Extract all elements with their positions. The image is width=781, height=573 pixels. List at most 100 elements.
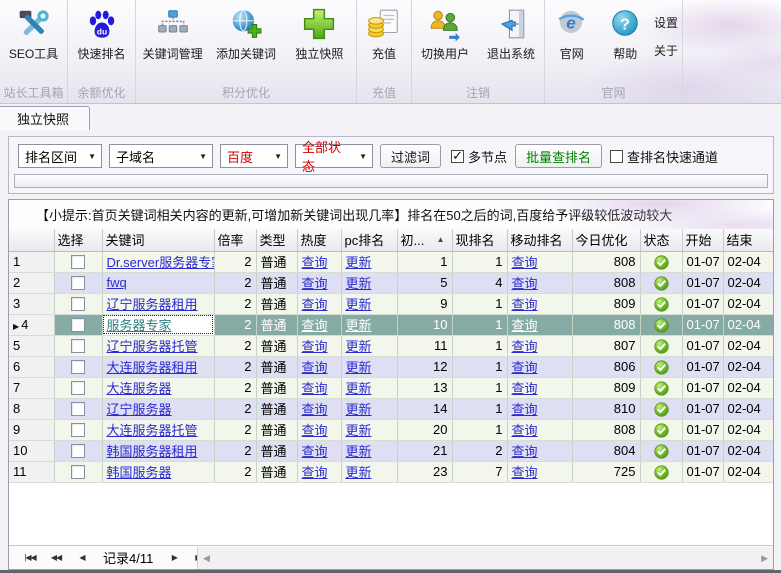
hot-query-link[interactable]: 查询 [302, 465, 328, 480]
pc-update-link[interactable]: 更新 [346, 465, 372, 480]
mobile-query-link[interactable]: 查询 [512, 276, 538, 291]
row-checkbox[interactable] [71, 339, 85, 353]
pc-update-link[interactable]: 更新 [346, 381, 372, 396]
search-engine-dropdown[interactable]: 百度 ▼ [220, 144, 288, 168]
mobile-query-link[interactable]: 查询 [512, 297, 538, 312]
hot-query-link[interactable]: 查询 [302, 339, 328, 354]
column-header-mobile[interactable]: 移动排名 [507, 229, 572, 251]
row-number-cell[interactable]: 9 [9, 419, 54, 440]
official-site-button[interactable]: e 官网 [545, 0, 599, 86]
hot-query-link[interactable]: 查询 [302, 360, 328, 375]
column-header-hot[interactable]: 热度 [297, 229, 341, 251]
keyword-link[interactable]: 辽宁服务器 [107, 402, 172, 417]
multinode-checkbox-wrap[interactable]: ✓ 多节点 [451, 147, 507, 166]
keyword-link[interactable]: 韩国服务器 [107, 465, 172, 480]
column-header-rate[interactable]: 倍率 [214, 229, 256, 251]
row-number-cell[interactable]: 3 [9, 293, 54, 314]
pc-update-link[interactable]: 更新 [346, 297, 372, 312]
tab-independent-snapshot[interactable]: 独立快照 [0, 106, 90, 130]
row-checkbox[interactable] [71, 402, 85, 416]
keyword-link[interactable]: 服务器专家 [107, 318, 172, 333]
pc-update-link[interactable]: 更新 [346, 360, 372, 375]
hot-query-link[interactable]: 查询 [302, 276, 328, 291]
column-header-num[interactable] [9, 229, 54, 251]
fastlane-checkbox-wrap[interactable]: 查排名快速通道 [610, 147, 718, 166]
multinode-checkbox[interactable]: ✓ [451, 150, 464, 163]
keyword-link[interactable]: 大连服务器托管 [107, 423, 198, 438]
status-filter-dropdown[interactable]: 全部状态 ▼ [295, 144, 373, 168]
switch-user-button[interactable]: 切换用户 [412, 0, 478, 86]
exit-system-button[interactable]: 退出系统 [478, 0, 544, 86]
row-number-cell[interactable]: 5 [9, 335, 54, 356]
rank-range-dropdown[interactable]: 排名区间 ▼ [18, 144, 102, 168]
keyword-link[interactable]: 大连服务器租用 [107, 360, 198, 375]
quick-rank-button[interactable]: du 快速排名 [68, 0, 135, 86]
help-button[interactable]: ? 帮助 [599, 0, 653, 86]
subdomain-dropdown[interactable]: 子域名 ▼ [109, 144, 213, 168]
row-number-cell[interactable]: 7 [9, 377, 54, 398]
mobile-query-link[interactable]: 查询 [512, 402, 538, 417]
row-number-cell[interactable]: 1 [9, 251, 54, 272]
row-checkbox[interactable] [71, 255, 85, 269]
mobile-query-link[interactable]: 查询 [512, 318, 538, 333]
row-number-cell[interactable]: 8 [9, 398, 54, 419]
keyword-link[interactable]: 韩国服务器租用 [107, 444, 198, 459]
row-number-cell[interactable]: 11 [9, 461, 54, 482]
column-header-pc[interactable]: pc排名 [341, 229, 397, 251]
row-checkbox[interactable] [71, 381, 85, 395]
pager-prev-button[interactable]: ◀ [69, 553, 95, 562]
row-number-cell[interactable]: 6 [9, 356, 54, 377]
column-header-start[interactable]: 开始 [682, 229, 723, 251]
column-header-keyword[interactable]: 关键词 [102, 229, 214, 251]
column-header-init[interactable]: 初...▲ [397, 229, 452, 251]
column-header-type[interactable]: 类型 [256, 229, 297, 251]
about-button[interactable]: 关于 [654, 42, 678, 59]
pc-update-link[interactable]: 更新 [346, 255, 372, 270]
hot-query-link[interactable]: 查询 [302, 318, 328, 333]
row-checkbox[interactable] [71, 318, 85, 332]
keyword-manage-button[interactable]: 关键词管理 [136, 0, 209, 86]
pc-update-link[interactable]: 更新 [346, 402, 372, 417]
add-keyword-button[interactable]: 添加关键词 [209, 0, 282, 86]
row-checkbox[interactable] [71, 297, 85, 311]
hot-query-link[interactable]: 查询 [302, 255, 328, 270]
pager-fast-prev-button[interactable]: ◀◀ [43, 553, 69, 562]
hot-query-link[interactable]: 查询 [302, 423, 328, 438]
scroll-left-icon[interactable]: ◀ [203, 553, 210, 564]
hot-query-link[interactable]: 查询 [302, 297, 328, 312]
keyword-link[interactable]: Dr.server服务器专家 [107, 255, 215, 270]
mobile-query-link[interactable]: 查询 [512, 381, 538, 396]
column-header-status[interactable]: 状态 [640, 229, 682, 251]
mobile-query-link[interactable]: 查询 [512, 444, 538, 459]
batch-check-rank-button[interactable]: 批量查排名 [515, 144, 602, 168]
pager-next-button[interactable]: ▶ [161, 553, 187, 562]
column-header-cur[interactable]: 现排名 [452, 229, 507, 251]
mobile-query-link[interactable]: 查询 [512, 339, 538, 354]
scroll-right-icon[interactable]: ▶ [761, 553, 768, 564]
keyword-link[interactable]: 辽宁服务器托管 [107, 339, 198, 354]
row-checkbox[interactable] [71, 423, 85, 437]
column-header-end[interactable]: 结束 [723, 229, 773, 251]
horizontal-scrollbar[interactable]: ◀ ▶ [197, 547, 773, 569]
mobile-query-link[interactable]: 查询 [512, 423, 538, 438]
pc-update-link[interactable]: 更新 [346, 423, 372, 438]
hot-query-link[interactable]: 查询 [302, 444, 328, 459]
pc-update-link[interactable]: 更新 [346, 339, 372, 354]
pc-update-link[interactable]: 更新 [346, 276, 372, 291]
row-checkbox[interactable] [71, 465, 85, 479]
column-header-select[interactable]: 选择 [54, 229, 102, 251]
hot-query-link[interactable]: 查询 [302, 381, 328, 396]
row-number-cell[interactable]: 2 [9, 272, 54, 293]
row-number-cell[interactable]: ▶4 [9, 314, 54, 335]
recharge-button[interactable]: 充值 [357, 0, 411, 86]
hot-query-link[interactable]: 查询 [302, 402, 328, 417]
column-header-today[interactable]: 今日优化 [572, 229, 640, 251]
mobile-query-link[interactable]: 查询 [512, 360, 538, 375]
mobile-query-link[interactable]: 查询 [512, 465, 538, 480]
fastlane-checkbox[interactable] [610, 150, 623, 163]
keyword-link[interactable]: 大连服务器 [107, 381, 172, 396]
pager-first-button[interactable]: |◀◀ [17, 553, 43, 562]
independent-snapshot-button[interactable]: 独立快照 [283, 0, 356, 86]
row-checkbox[interactable] [71, 360, 85, 374]
row-checkbox[interactable] [71, 276, 85, 290]
